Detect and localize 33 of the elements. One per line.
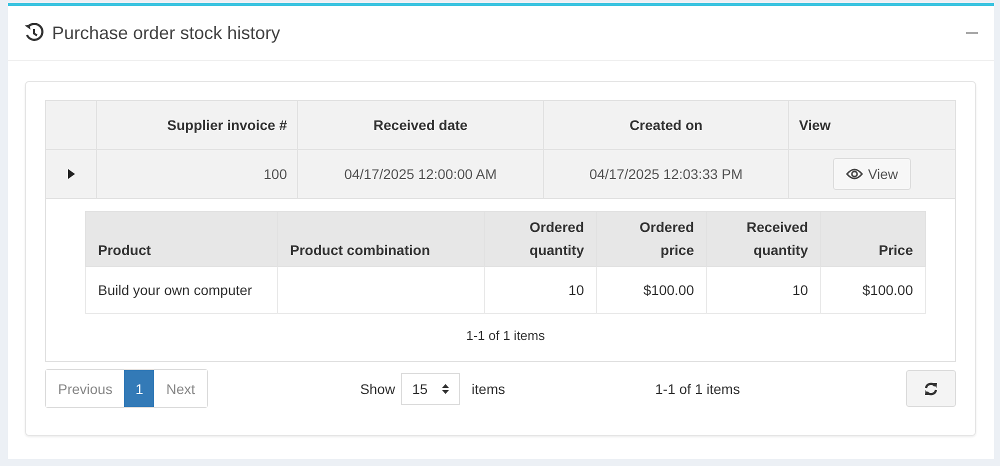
column-header: Received quantity xyxy=(746,219,808,258)
expand-cell[interactable] xyxy=(46,150,96,198)
table-cell: 100 xyxy=(96,150,298,198)
column-header: Product xyxy=(98,242,151,258)
column-header: View xyxy=(788,100,956,150)
show-label: Show xyxy=(360,380,396,396)
table-cell: Build your own computer xyxy=(86,266,278,314)
items-summary: 1-1 of 1 items xyxy=(465,328,546,345)
items-summary: 1-1 of 1 items xyxy=(655,380,740,396)
table-cell: 04/17/2025 12:03:33 PM xyxy=(544,150,788,198)
page-button[interactable]: 1 xyxy=(124,370,154,407)
page-size-select[interactable]: 15 xyxy=(401,372,460,404)
column-header: Price xyxy=(878,242,913,258)
column-header: Ordered quantity xyxy=(530,219,584,258)
table-cell: $100.00 xyxy=(596,266,706,314)
column-header: Created on xyxy=(544,100,788,150)
view-button[interactable]: View xyxy=(832,158,912,190)
column-header: Received date xyxy=(298,100,544,150)
column-header: Ordered price xyxy=(640,219,694,258)
eye-icon xyxy=(846,168,863,180)
table-cell: 10 xyxy=(484,266,596,314)
sort-icon xyxy=(442,384,449,394)
panel-title: Purchase order stock history xyxy=(52,22,282,44)
column-header: Product combination xyxy=(290,242,430,258)
history-icon xyxy=(24,23,44,43)
table-cell: 10 xyxy=(706,266,820,314)
caret-icon xyxy=(68,169,74,179)
table-cell: $100.00 xyxy=(820,266,926,314)
refresh-button[interactable] xyxy=(906,370,956,407)
items-label: items xyxy=(472,380,506,396)
refresh-icon xyxy=(924,382,938,396)
column-header: Supplier invoice # xyxy=(96,100,298,150)
table-cell: 04/17/2025 12:00:00 AM xyxy=(298,150,544,198)
